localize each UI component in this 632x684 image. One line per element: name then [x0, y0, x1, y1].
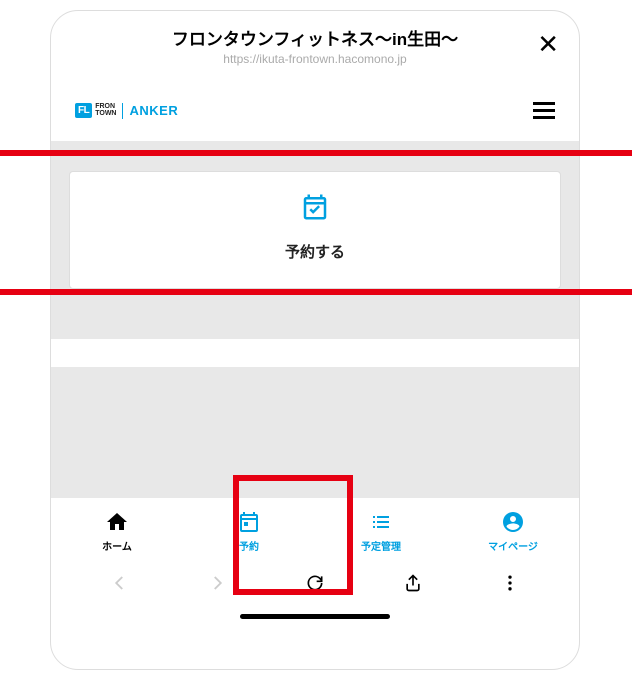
share-icon[interactable] — [393, 573, 433, 598]
home-indicator[interactable] — [240, 614, 390, 619]
nav-schedule[interactable]: 予定管理 — [336, 510, 426, 553]
anker-logo: ANKER — [129, 103, 178, 118]
frontown-text: FRON TOWN — [95, 104, 116, 117]
gap — [51, 339, 579, 367]
reload-icon[interactable] — [295, 573, 335, 598]
bottom-gray-area — [51, 367, 579, 497]
logo-divider — [122, 103, 123, 119]
nav-schedule-label: 予定管理 — [361, 538, 401, 553]
header-center: フロンタウンフィットネス〜in生田〜 https://ikuta-frontow… — [101, 25, 529, 66]
content-area: 予約する — [51, 141, 579, 339]
calendar-check-icon — [80, 192, 550, 227]
home-icon — [105, 510, 129, 534]
reserve-label: 予約する — [80, 241, 550, 262]
nav-reserve-label: 予約 — [239, 538, 259, 553]
nav-home[interactable]: ホーム — [72, 510, 162, 553]
frontown-logo: FL FRON TOWN — [75, 103, 116, 118]
page-title: フロンタウンフィットネス〜in生田〜 — [101, 25, 529, 50]
browser-toolbar — [51, 563, 579, 604]
frontown-badge: FL — [75, 103, 92, 118]
hamburger-icon[interactable] — [533, 98, 555, 123]
nav-home-label: ホーム — [102, 538, 132, 553]
user-icon — [501, 510, 525, 534]
nav-mypage-label: マイページ — [488, 538, 538, 553]
header-bar: フロンタウンフィットネス〜in生田〜 https://ikuta-frontow… — [51, 11, 579, 76]
page-url: https://ikuta-frontown.hacomono.jp — [101, 52, 529, 66]
calendar-icon — [237, 510, 261, 534]
more-icon[interactable] — [490, 573, 530, 598]
logo-bar: FL FRON TOWN ANKER — [51, 76, 579, 141]
nav-mypage[interactable]: マイページ — [468, 510, 558, 553]
phone-frame: フロンタウンフィットネス〜in生田〜 https://ikuta-frontow… — [50, 10, 580, 670]
forward-icon[interactable] — [197, 574, 237, 597]
bottom-nav: ホーム 予約 予定管理 マイページ — [51, 497, 579, 563]
logos: FL FRON TOWN ANKER — [75, 103, 178, 119]
close-icon[interactable]: ✕ — [529, 25, 559, 57]
reserve-card[interactable]: 予約する — [69, 171, 561, 289]
nav-reserve[interactable]: 予約 — [204, 510, 294, 553]
list-icon — [369, 510, 393, 534]
back-icon[interactable] — [100, 574, 140, 597]
